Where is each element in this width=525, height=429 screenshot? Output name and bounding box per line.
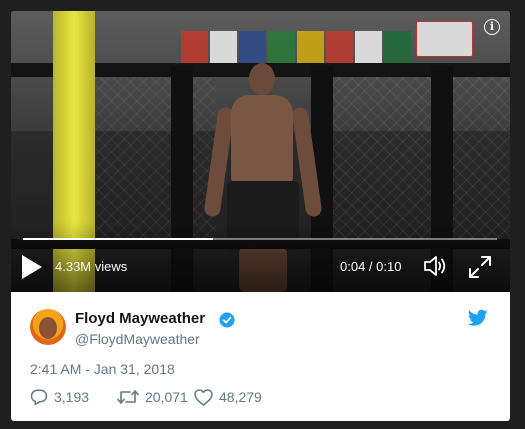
tweet-timestamp[interactable]: 2:41 AM - Jan 31, 2018 [30, 361, 175, 377]
progress-fill [23, 238, 213, 240]
volume-icon [424, 256, 446, 276]
avatar-face [39, 317, 57, 339]
play-icon [22, 255, 42, 279]
twitter-bird-icon[interactable] [468, 309, 488, 327]
progress-bar[interactable] [23, 238, 497, 240]
like-button[interactable]: 48,279 [194, 388, 262, 406]
user-handle[interactable]: @FloydMayweather [75, 331, 200, 347]
view-count: 4.33M views [55, 259, 128, 274]
verified-icon [219, 312, 235, 328]
display-name[interactable]: Floyd Mayweather [75, 310, 205, 327]
video-player[interactable]: i 4.33M views 0:04 / 0:10 [11, 11, 510, 292]
fullscreen-icon [469, 256, 491, 278]
like-count: 48,279 [219, 389, 262, 405]
retweet-button[interactable]: 20,071 [117, 388, 188, 406]
info-icon[interactable]: i [484, 19, 500, 35]
reply-icon [30, 389, 48, 406]
like-icon [194, 388, 213, 406]
volume-button[interactable] [423, 255, 449, 277]
cage-mesh-left [96, 77, 216, 239]
person-torso [231, 95, 293, 187]
avatar[interactable] [30, 309, 66, 345]
reply-button[interactable]: 3,193 [30, 388, 89, 406]
retweet-icon [117, 390, 139, 404]
embedded-tweet-frame: i 4.33M views 0:04 / 0:10 Floyd Mayweath… [0, 0, 525, 429]
cage-mesh-right [321, 77, 510, 239]
fullscreen-button[interactable] [468, 255, 492, 279]
play-button[interactable] [20, 254, 44, 280]
playback-time: 0:04 / 0:10 [340, 259, 402, 274]
tweet-card[interactable]: i 4.33M views 0:04 / 0:10 Floyd Mayweath… [11, 11, 510, 421]
flags-decoration [181, 31, 411, 65]
reply-count: 3,193 [54, 389, 90, 405]
retweet-count: 20,071 [145, 389, 188, 405]
wall-banner [416, 21, 473, 57]
person-head [249, 63, 275, 95]
